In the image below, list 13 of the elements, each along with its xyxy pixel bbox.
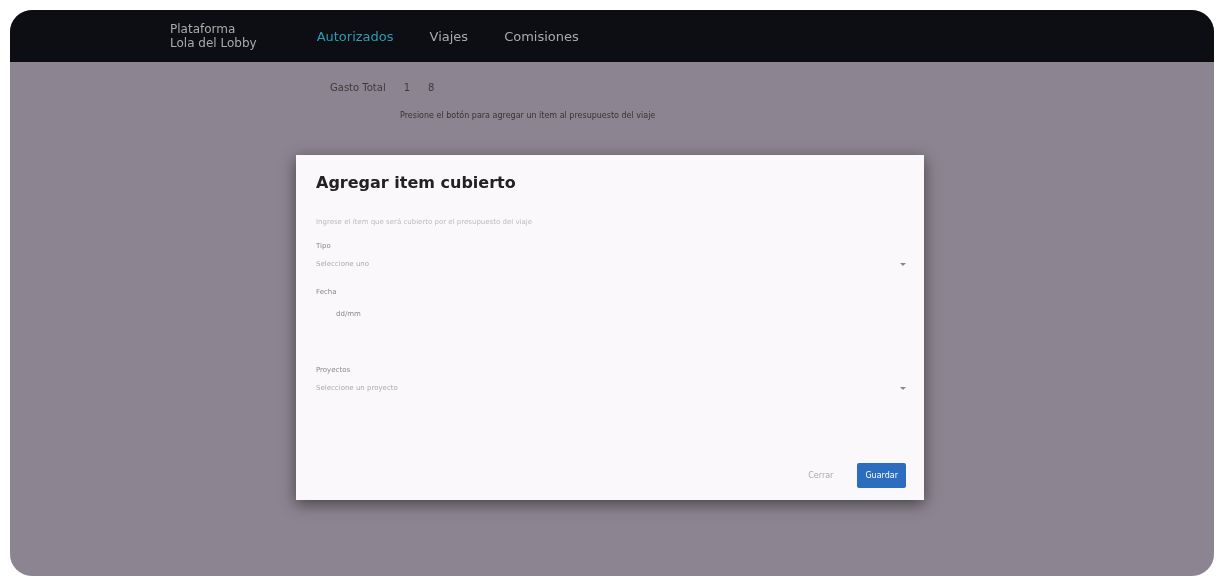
total-value: 8 (428, 82, 435, 93)
brand-name: Plataforma (170, 22, 237, 36)
total-label: Gasto Total (330, 82, 386, 93)
caret-icon (900, 262, 906, 266)
caret-icon (900, 386, 906, 390)
total-value: 1 (403, 82, 411, 93)
nav-link[interactable]: Viajes (429, 28, 469, 44)
nav-link[interactable]: Comisiones (504, 28, 579, 44)
save-button[interactable]: Guardar (857, 463, 906, 488)
brand-name: Lola del Lobby (170, 36, 257, 50)
helper-text: Presione el botón para agregar un ítem al presupuesto del viaje (400, 111, 657, 120)
dialog-title: Agregar item cubierto (316, 173, 517, 192)
nav-link[interactable]: Autorizados (316, 28, 394, 44)
